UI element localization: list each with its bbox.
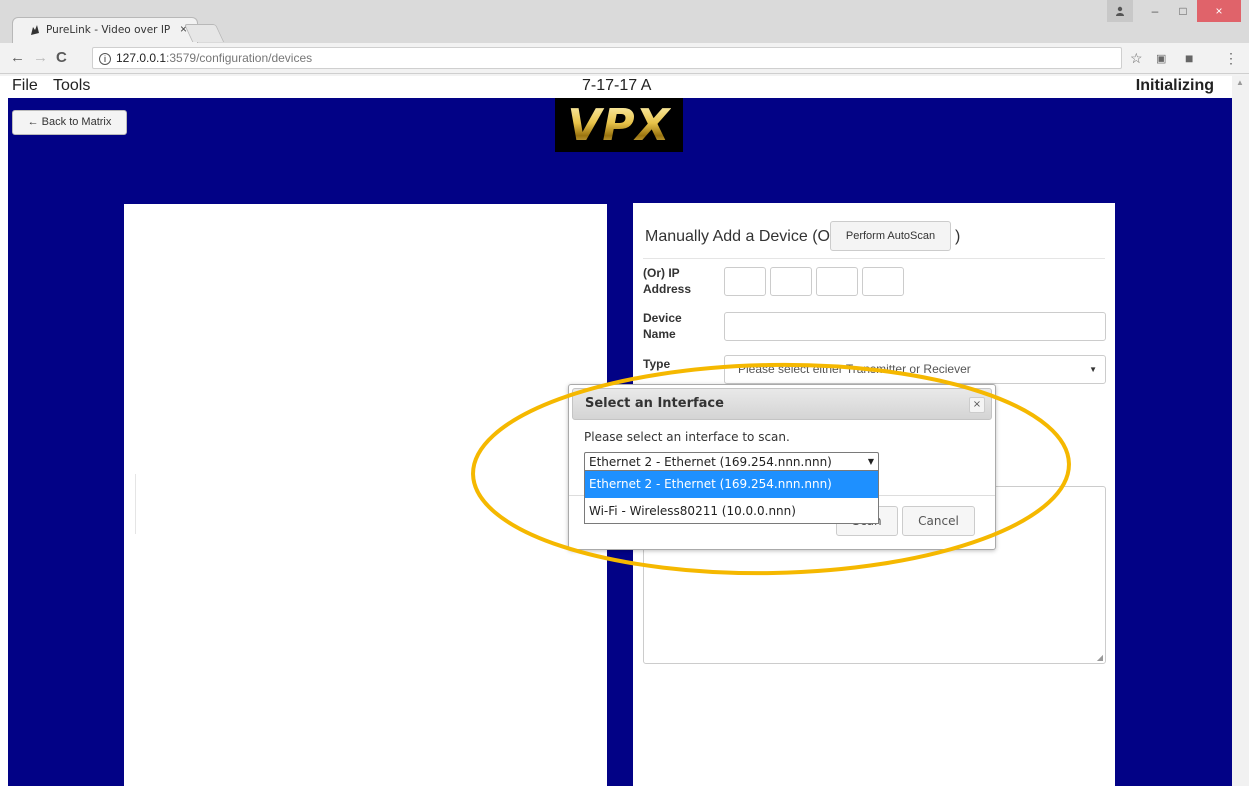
device-name-input[interactable]	[724, 312, 1106, 341]
menu-file[interactable]: File	[12, 77, 38, 95]
device-type-select[interactable]: Please select either Transmitter or Reci…	[724, 355, 1106, 384]
bookmark-star-icon[interactable]: ☆	[1130, 50, 1143, 67]
vpx-logo: VPX	[555, 98, 683, 152]
ip-octet-3-input[interactable]	[816, 267, 858, 296]
url-input[interactable]: i 127.0.0.1:3579/configuration/devices	[92, 47, 1122, 69]
logo-text: VPX	[567, 99, 671, 151]
title-closing-paren: )	[955, 228, 961, 245]
interface-select[interactable]: Ethernet 2 - Ethernet (169.254.nnn.nnn) …	[584, 452, 879, 472]
reload-icon[interactable]: C	[56, 49, 67, 66]
maximize-button[interactable]: □	[1169, 0, 1197, 22]
site-info-icon[interactable]: i	[99, 52, 111, 65]
dialog-header[interactable]: Select an Interface ×	[572, 388, 992, 420]
interface-option-wifi[interactable]: Wi-Fi - Wireless80211 (10.0.0.nnn)	[585, 498, 878, 525]
user-profile-icon[interactable]	[1107, 0, 1133, 22]
tab-title: PureLink - Video over IP	[46, 24, 171, 36]
extension-icon[interactable]: ▣	[1156, 52, 1166, 65]
ip-octet-4-input[interactable]	[862, 267, 904, 296]
minimize-button[interactable]: –	[1141, 0, 1169, 22]
dialog-close-icon[interactable]: ×	[969, 397, 985, 413]
page-scrollbar[interactable]: ▲	[1232, 76, 1249, 786]
forward-arrow-icon[interactable]: →	[33, 49, 48, 66]
window-controls: – □ ×	[1107, 0, 1241, 22]
browser-tab[interactable]: PureLink - Video over IP ×	[12, 17, 198, 43]
divider	[643, 258, 1105, 259]
dialog-title: Select an Interface	[585, 396, 724, 411]
ip-label-line2: Address	[643, 282, 692, 296]
purelink-favicon-icon	[31, 25, 39, 35]
device-list-panel	[124, 204, 607, 786]
ip-octet-2-input[interactable]	[770, 267, 812, 296]
browser-chrome: PureLink - Video over IP × – □ × ← → C i…	[0, 0, 1249, 76]
address-bar: ← → C i 127.0.0.1:3579/configuration/devi…	[0, 43, 1249, 74]
add-device-title: Manually Add a Device (Or	[645, 228, 836, 245]
interface-option-ethernet[interactable]: Ethernet 2 - Ethernet (169.254.nnn.nnn)	[585, 471, 878, 498]
name-label-line2: Name	[643, 327, 676, 341]
dropdown-arrow-icon: ▼	[1089, 365, 1097, 374]
menu-tools[interactable]: Tools	[53, 77, 90, 95]
window-close-button[interactable]: ×	[1197, 0, 1241, 22]
back-to-matrix-button[interactable]: ← Back to Matrix	[12, 110, 127, 135]
url-host: 127.0.0.1	[116, 51, 167, 65]
perform-autoscan-button[interactable]: Perform AutoScan	[830, 221, 951, 251]
divider	[135, 474, 136, 534]
browser-menu-icon[interactable]: ⋮	[1224, 50, 1238, 67]
dialog-message: Please select an interface to scan.	[584, 430, 790, 444]
version-label: 7-17-17 A	[582, 77, 652, 94]
ip-octet-1-input[interactable]	[724, 267, 766, 296]
interface-select-value: Ethernet 2 - Ethernet (169.254.nnn.nnn)	[589, 455, 832, 469]
select-interface-dialog: Select an Interface × Please select an i…	[568, 384, 996, 550]
type-select-value: Please select either Transmitter or Reci…	[738, 362, 971, 376]
app-menu-bar: File Tools 7-17-17 A Initializing	[0, 76, 1232, 98]
status-label: Initializing	[1135, 77, 1214, 94]
ip-address-label: (Or) IP Address	[643, 265, 691, 297]
back-arrow-icon[interactable]: ←	[10, 49, 25, 66]
url-path: :3579/configuration/devices	[166, 51, 313, 65]
name-label-line1: Device	[643, 311, 682, 325]
dropdown-arrow-icon: ▼	[867, 457, 874, 466]
device-name-label: Device Name	[643, 310, 682, 342]
resize-grip-icon[interactable]: ◢	[1097, 653, 1103, 662]
browser-titlebar: PureLink - Video over IP × – □ ×	[0, 0, 1249, 43]
cast-icon[interactable]: ■	[1185, 50, 1193, 66]
ip-label-line1: (Or) IP	[643, 266, 680, 280]
interface-dropdown-list: Ethernet 2 - Ethernet (169.254.nnn.nnn) …	[584, 470, 879, 524]
cancel-button[interactable]: Cancel	[902, 506, 975, 536]
type-label: Type	[643, 357, 671, 371]
scroll-up-icon[interactable]: ▲	[1236, 78, 1244, 87]
